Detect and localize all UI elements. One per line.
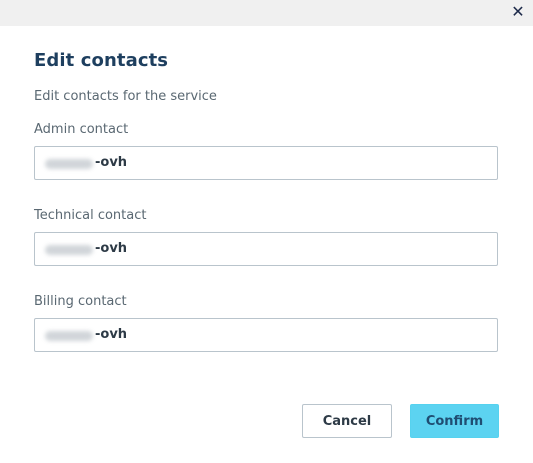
admin-contact-value: -ovh <box>95 155 128 170</box>
dialog-subtitle: Edit contacts for the service <box>34 89 217 104</box>
redacted-text <box>45 159 93 169</box>
technical-contact-field[interactable]: -ovh <box>34 232 498 266</box>
billing-contact-label: Billing contact <box>34 294 127 309</box>
billing-contact-field[interactable]: -ovh <box>34 318 498 352</box>
dialog-header-bar: ✕ <box>0 0 533 26</box>
confirm-button[interactable]: Confirm <box>410 404 499 438</box>
admin-contact-label: Admin contact <box>34 122 129 137</box>
redacted-text <box>45 245 93 255</box>
cancel-button[interactable]: Cancel <box>302 404 392 438</box>
technical-contact-label: Technical contact <box>34 208 147 223</box>
billing-contact-value: -ovh <box>95 327 128 342</box>
admin-contact-field[interactable]: -ovh <box>34 146 498 180</box>
technical-contact-value: -ovh <box>95 241 128 256</box>
redacted-text <box>45 331 93 341</box>
dialog-title: Edit contacts <box>34 50 169 71</box>
close-icon[interactable]: ✕ <box>509 3 527 21</box>
